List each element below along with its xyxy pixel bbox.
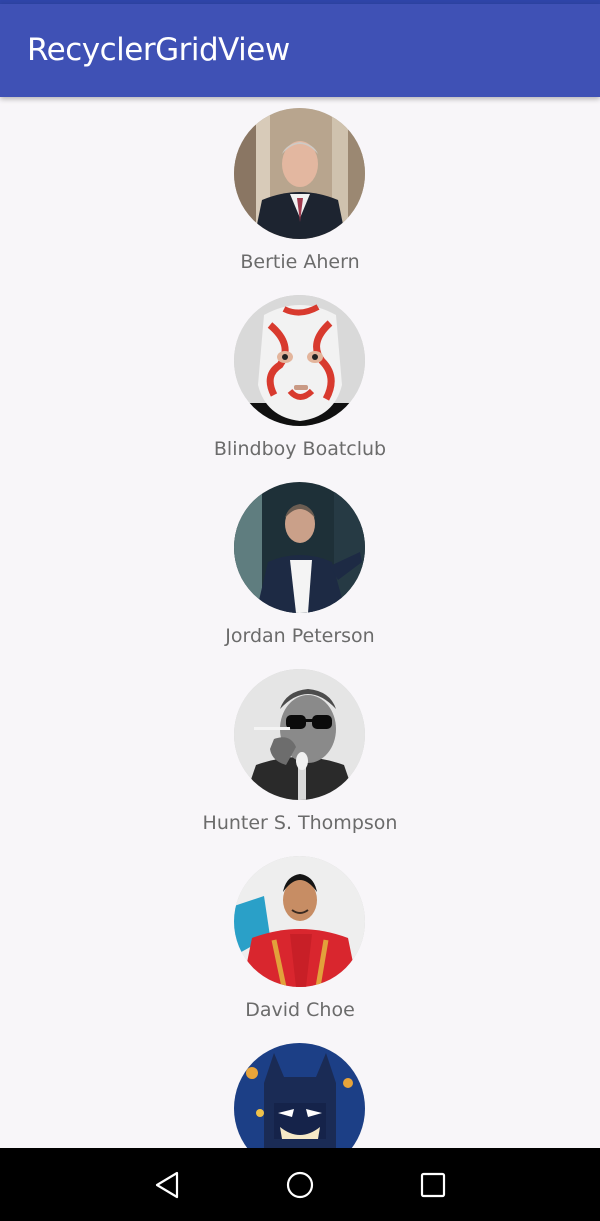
avatar[interactable] [234,1043,365,1148]
person-name: Hunter S. Thompson [202,812,398,834]
list-item[interactable] [0,1032,600,1148]
person-name: David Choe [245,999,355,1021]
person-name: Blindboy Boatclub [213,438,387,460]
list-item[interactable]: Blindboy Boatclub [0,284,600,471]
person-name: Jordan Peterson [225,625,375,647]
app-title: RecyclerGridView [27,32,290,68]
person-name: Bertie Ahern [240,251,360,273]
portrait-red-jacket [234,856,365,987]
avatar[interactable] [234,856,365,987]
avatar[interactable] [234,295,365,426]
portrait-plastic-bag-mask [234,295,365,426]
people-list[interactable]: Bertie Ahern Blindboy Boatclub Jordan Pe… [0,97,600,1148]
recents-icon[interactable] [413,1166,453,1204]
home-icon[interactable] [280,1166,320,1204]
back-icon[interactable] [147,1166,187,1204]
portrait-suit-man [234,108,365,239]
avatar[interactable] [234,482,365,613]
list-item[interactable]: Hunter S. Thompson [0,658,600,845]
app-bar: RecyclerGridView [0,4,600,97]
list-item[interactable]: Jordan Peterson [0,471,600,658]
portrait-sunglasses-cigarette [234,669,365,800]
portrait-speaker-blazer [234,482,365,613]
navigation-bar [0,1148,600,1221]
avatar[interactable] [234,108,365,239]
list-item[interactable]: Bertie Ahern [0,97,600,284]
list-item[interactable]: David Choe [0,845,600,1032]
avatar[interactable] [234,669,365,800]
lego-batman [234,1043,365,1148]
